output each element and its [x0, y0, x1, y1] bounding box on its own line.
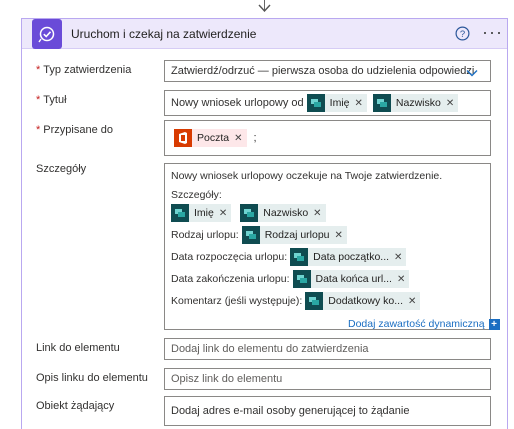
- forms-icon: [292, 270, 311, 288]
- item-link-desc-input[interactable]: Opisz link do elementu: [164, 368, 491, 390]
- approval-type-dropdown[interactable]: Zatwierdź/odrzuć — pierwsza osoba do udz…: [164, 60, 491, 82]
- item-link-placeholder: Dodaj link do elementu do zatwierdzenia: [171, 343, 369, 355]
- details-label: Szczegóły: [36, 163, 87, 175]
- start-date-token[interactable]: Data początko... ✕: [290, 248, 407, 266]
- remove-token-icon[interactable]: ✕: [355, 98, 363, 109]
- comment-token[interactable]: Dodatkowy ko... ✕: [305, 292, 421, 310]
- card-header[interactable]: Uruchom i czekaj na zatwierdzenie ? ···: [22, 18, 507, 49]
- remove-token-icon[interactable]: ✕: [313, 208, 321, 219]
- details-heading: Szczegóły:: [171, 189, 222, 201]
- comment-row: Komentarz (jeśli występuje): Dodatkowy k…: [171, 290, 484, 312]
- forms-icon: [241, 226, 260, 244]
- remove-token-icon[interactable]: ✕: [397, 274, 405, 285]
- end-date-row: Data zakończenia urlopu: Data końca url.…: [171, 268, 484, 290]
- office-icon: [174, 129, 192, 147]
- title-label: * Tytuł: [36, 94, 67, 106]
- approval-type-label: * Typ zatwierdzenia: [36, 64, 132, 76]
- approval-action-card: Uruchom i czekaj na zatwierdzenie ? ··· …: [21, 18, 508, 429]
- remove-token-icon[interactable]: ✕: [408, 296, 416, 307]
- details-intro: Nowy wniosek urlopowy oczekuje na Twoje …: [171, 170, 443, 182]
- forms-icon: [372, 94, 391, 112]
- item-link-label: Link do elementu: [36, 342, 120, 354]
- svg-text:?: ?: [460, 29, 465, 40]
- plus-icon: +: [488, 318, 500, 330]
- details-field[interactable]: Nowy wniosek urlopowy oczekuje na Twoje …: [164, 163, 491, 330]
- remove-token-icon[interactable]: ✕: [335, 230, 343, 241]
- remove-token-icon[interactable]: ✕: [234, 133, 242, 144]
- question-circle-icon[interactable]: ?: [455, 26, 470, 41]
- leave-type-token[interactable]: Rodzaj urlopu ✕: [241, 226, 347, 244]
- last-name-token[interactable]: Nazwisko ✕: [240, 204, 326, 222]
- leave-type-row: Rodzaj urlopu: Rodzaj urlopu ✕: [171, 224, 484, 246]
- forms-icon: [305, 292, 324, 310]
- forms-icon: [306, 94, 325, 112]
- first-name-token[interactable]: Imię ✕: [171, 204, 232, 222]
- remove-token-icon[interactable]: ✕: [219, 208, 227, 219]
- title-prefix-text: Nowy wniosek urlopowy od: [171, 97, 304, 109]
- last-name-token[interactable]: Nazwisko ✕: [372, 94, 459, 112]
- forms-icon: [171, 204, 189, 222]
- assigned-to-separator: ;: [253, 132, 257, 144]
- title-field[interactable]: Nowy wniosek urlopowy od Imię ✕ Nazwisko…: [164, 90, 491, 116]
- card-title: Uruchom i czekaj na zatwierdzenie: [71, 26, 257, 41]
- requestor-input[interactable]: Dodaj adres e-mail osoby generującej to …: [164, 396, 491, 426]
- item-link-desc-label: Opis linku do elementu: [36, 372, 148, 384]
- assigned-to-label: * Przypisane do: [36, 124, 113, 136]
- details-names-row: Imię ✕ Nazwisko ✕: [171, 202, 484, 224]
- requestor-label: Obiekt żądający: [36, 400, 115, 412]
- requestor-placeholder: Dodaj adres e-mail osoby generującej to …: [171, 405, 410, 417]
- chevron-down-icon: [466, 70, 478, 77]
- approvals-icon: [32, 18, 62, 49]
- email-token[interactable]: Poczta ✕: [174, 129, 247, 147]
- arrow-down-icon: [258, 4, 271, 12]
- remove-token-icon[interactable]: ✕: [446, 98, 454, 109]
- first-name-token[interactable]: Imię ✕: [306, 94, 367, 112]
- approval-type-value: Zatwierdź/odrzuć — pierwsza osoba do udz…: [171, 65, 475, 77]
- start-date-row: Data rozpoczęcia urlopu: Data początko..…: [171, 246, 484, 268]
- remove-token-icon[interactable]: ✕: [394, 252, 402, 263]
- forms-icon: [290, 248, 309, 266]
- item-link-desc-placeholder: Opisz link do elementu: [171, 373, 283, 385]
- item-link-input[interactable]: Dodaj link do elementu do zatwierdzenia: [164, 338, 491, 360]
- end-date-token[interactable]: Data końca url... ✕: [292, 270, 410, 288]
- more-options-icon[interactable]: ···: [482, 23, 503, 41]
- assigned-to-field[interactable]: Poczta ✕ ;: [164, 120, 491, 156]
- forms-icon: [240, 204, 259, 222]
- add-dynamic-content-link[interactable]: Dodaj zawartość dynamiczną +: [348, 318, 500, 330]
